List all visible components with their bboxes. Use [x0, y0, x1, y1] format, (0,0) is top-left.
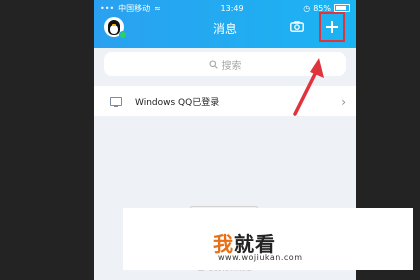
chevron-right-icon: › — [341, 95, 346, 109]
pointer-arrow — [293, 58, 324, 116]
status-bar: ••• 中国移动 ≈ 13:49 ◷ 85% — [100, 2, 350, 14]
camera-icon[interactable] — [290, 21, 304, 32]
page-title: 消息 — [212, 22, 237, 36]
search-placeholder: 搜索 — [221, 60, 242, 72]
alarm-icon: ◷ — [303, 3, 311, 13]
wifi-icon: ≈ — [154, 3, 161, 13]
watermark-url: www.wojiukan.com — [218, 253, 303, 262]
watermark-banner: 我就看 www.wojiukan.com — [123, 208, 413, 270]
plus-icon — [326, 21, 338, 33]
status-left: ••• 中国移动 ≈ — [100, 3, 161, 14]
carrier-name: 中国移动 — [118, 3, 151, 13]
signal-icon: ••• — [100, 3, 115, 13]
battery-icon — [334, 4, 350, 12]
device-login-label: Windows QQ已登录 — [135, 97, 220, 108]
top-bar: ••• 中国移动 ≈ 13:49 ◷ 85% 消息 — [94, 0, 356, 48]
search-icon — [208, 59, 218, 69]
add-button[interactable] — [319, 12, 345, 42]
status-time: 13:49 — [220, 3, 244, 13]
computer-icon — [110, 96, 122, 107]
